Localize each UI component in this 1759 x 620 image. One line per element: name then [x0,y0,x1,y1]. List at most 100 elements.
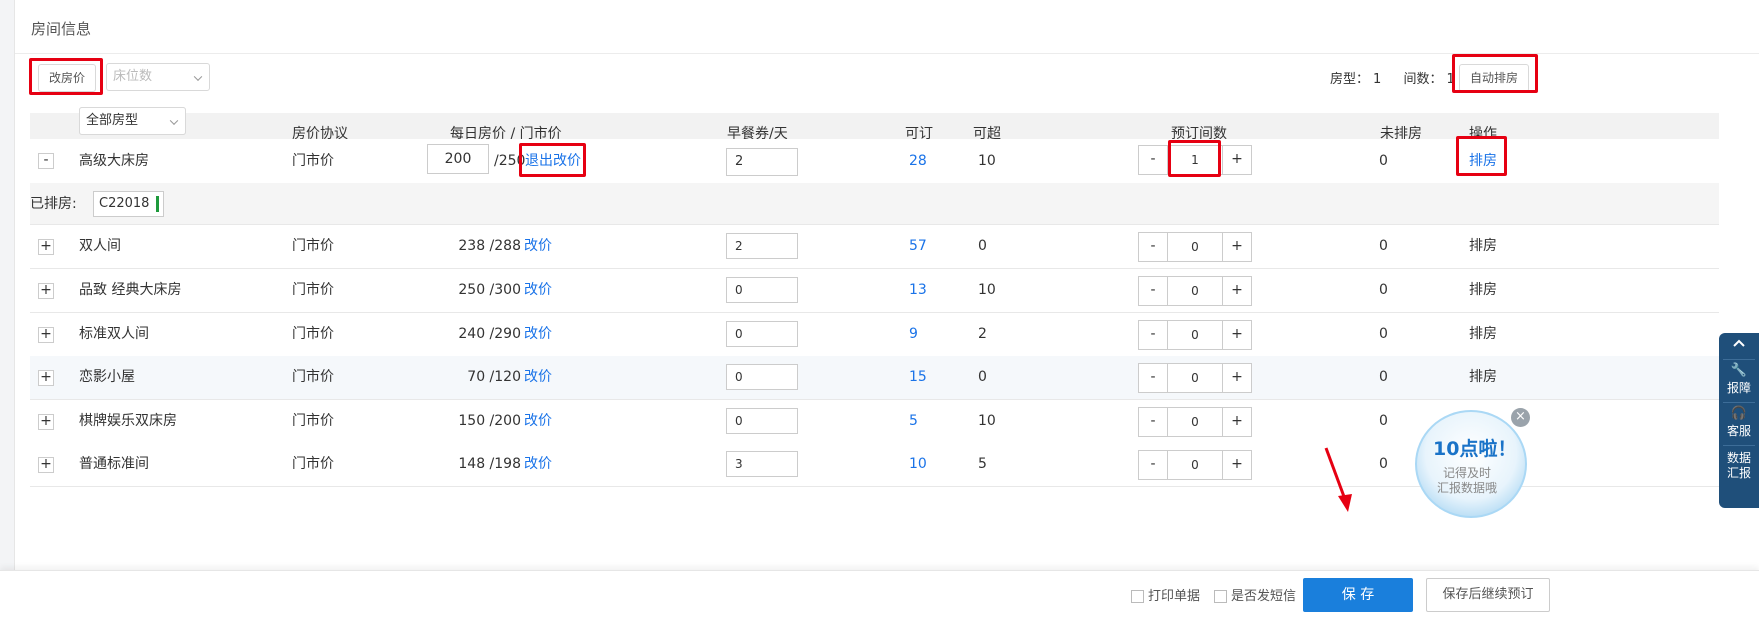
reserve-count-input[interactable]: 0 [1168,407,1222,437]
wrench-icon: 🔧 [1730,363,1748,378]
price-agreement: 门市价 [292,238,334,254]
expand-toggle[interactable]: + [38,283,54,299]
breakfast-input[interactable]: 3 [726,451,798,477]
increment-button[interactable]: + [1222,232,1252,262]
annotation-box [1456,136,1507,176]
reserve-count-input[interactable]: 0 [1168,450,1222,480]
data-report-button[interactable]: 数据 汇报 [1719,451,1759,481]
service-label: 客服 [1726,424,1751,438]
customer-service-button[interactable]: 🎧 客服 [1719,406,1759,439]
decrement-button[interactable]: - [1138,407,1168,437]
increment-button[interactable]: + [1222,407,1252,437]
decrement-button[interactable]: - [1138,363,1168,393]
breakfast-input[interactable]: 0 [726,364,798,390]
increment-button[interactable]: + [1222,145,1252,175]
save-continue-button[interactable]: 保存后继续预订 [1426,578,1550,612]
breakfast-input[interactable]: 0 [726,321,798,347]
room-type-filter[interactable]: 全部房型 [79,107,186,135]
data-label-2: 汇报 [1726,466,1751,480]
edit-price-link[interactable]: 改价 [524,400,552,443]
increment-button[interactable]: + [1222,276,1252,306]
bookable-count[interactable]: 10 [909,443,927,486]
assigned-room-number: C22018 [99,196,150,211]
decrement-button[interactable]: - [1138,320,1168,350]
print-option[interactable]: 打印单据 [1131,585,1200,604]
assigned-room-tag[interactable]: C22018 [93,191,164,217]
bookable-count[interactable]: 57 [909,225,927,268]
collapse-up-icon[interactable] [1719,337,1759,357]
assign-room-action[interactable]: 排房 [1469,356,1497,399]
collapse-toggle[interactable]: - [38,153,54,169]
reserve-count-input[interactable]: 0 [1168,363,1222,393]
room-name: 普通标准间 [79,456,149,472]
expand-toggle[interactable]: + [38,414,54,430]
room-name: 棋牌娱乐双床房 [79,413,177,429]
bookable-count[interactable]: 28 [909,139,927,183]
reserve-count-input[interactable]: 0 [1168,276,1222,306]
edit-price-link[interactable]: 改价 [524,269,552,312]
reserve-stepper: -0 + [1138,450,1252,480]
increment-button[interactable]: + [1222,320,1252,350]
unassigned-count: 0 [1379,153,1388,169]
save-button[interactable]: 保 存 [1303,578,1413,612]
room-type-filter-value: 全部房型 [86,113,139,128]
room-type-label: 房型： [1330,72,1370,87]
table-row: + 双人间 门市价 238 /288 改价 2 57 0-0 +0 排房 [30,225,1719,269]
room-count-label: 间数： [1403,72,1443,87]
overbook-count: 10 [978,413,996,429]
increment-button[interactable]: + [1222,363,1252,393]
edit-price-link[interactable]: 改价 [524,356,552,399]
bookable-count[interactable]: 15 [909,356,927,399]
annotation-box [519,143,586,177]
reserve-stepper: -0 + [1138,276,1252,306]
bookable-count[interactable]: 13 [909,269,927,312]
edit-price-link[interactable]: 改价 [524,443,552,486]
breakfast-input[interactable]: 2 [726,233,798,259]
expand-toggle[interactable]: + [38,239,54,255]
overbook-count: 5 [978,456,987,472]
decrement-button[interactable]: - [1138,276,1168,306]
sms-label: 是否发短信 [1231,589,1297,604]
unassigned-count: 0 [1379,282,1388,298]
summary: 房型： 1 间数： 1 [1330,68,1455,87]
expand-toggle[interactable]: + [38,370,54,386]
bookable-count[interactable]: 9 [909,313,918,356]
decrement-button[interactable]: - [1138,450,1168,480]
overbook-count: 0 [978,369,987,385]
reserve-count-input[interactable]: 0 [1168,232,1222,262]
room-type-count: 1 [1373,72,1382,87]
report-issue-button[interactable]: 🔧 报障 [1719,363,1759,396]
increment-button[interactable]: + [1222,450,1252,480]
breakfast-input[interactable]: 0 [726,408,798,434]
bed-count-select[interactable]: 床位数 [106,63,210,91]
daily-price-input[interactable]: 200 [427,144,489,174]
side-divider [1723,359,1755,360]
bookable-count[interactable]: 5 [909,400,918,443]
close-reminder-icon[interactable]: × [1511,408,1530,427]
assign-room-action[interactable]: 排房 [1469,225,1497,268]
reserve-count-input[interactable]: 0 [1168,320,1222,350]
assign-room-action[interactable]: 排房 [1469,269,1497,312]
assign-room-action[interactable]: 排房 [1469,313,1497,356]
edit-price-link[interactable]: 改价 [524,225,552,268]
price-agreement: 门市价 [292,456,334,472]
price-agreement: 门市价 [292,369,334,385]
reminder-bubble[interactable]: 10点啦！ 记得及时 汇报数据哦 [1415,410,1531,522]
assigned-marker [156,196,159,212]
sms-checkbox[interactable] [1214,590,1227,603]
print-checkbox[interactable] [1131,590,1144,603]
expand-toggle[interactable]: + [38,457,54,473]
decrement-button[interactable]: - [1138,232,1168,262]
expand-toggle[interactable]: + [38,327,54,343]
breakfast-input[interactable]: 0 [726,277,798,303]
chevron-down-icon [193,72,203,81]
daily-price: 240 /290 [458,326,521,342]
assigned-rooms-row: 已排房: C22018 [30,183,1719,225]
annotation-box [1452,54,1538,93]
overbook-count: 10 [978,282,996,298]
sms-option[interactable]: 是否发短信 [1214,585,1296,604]
room-name: 品致 经典大床房 [79,282,182,298]
breakfast-input[interactable]: 2 [726,148,798,176]
edit-price-link[interactable]: 改价 [524,313,552,356]
decrement-button[interactable]: - [1138,145,1168,175]
